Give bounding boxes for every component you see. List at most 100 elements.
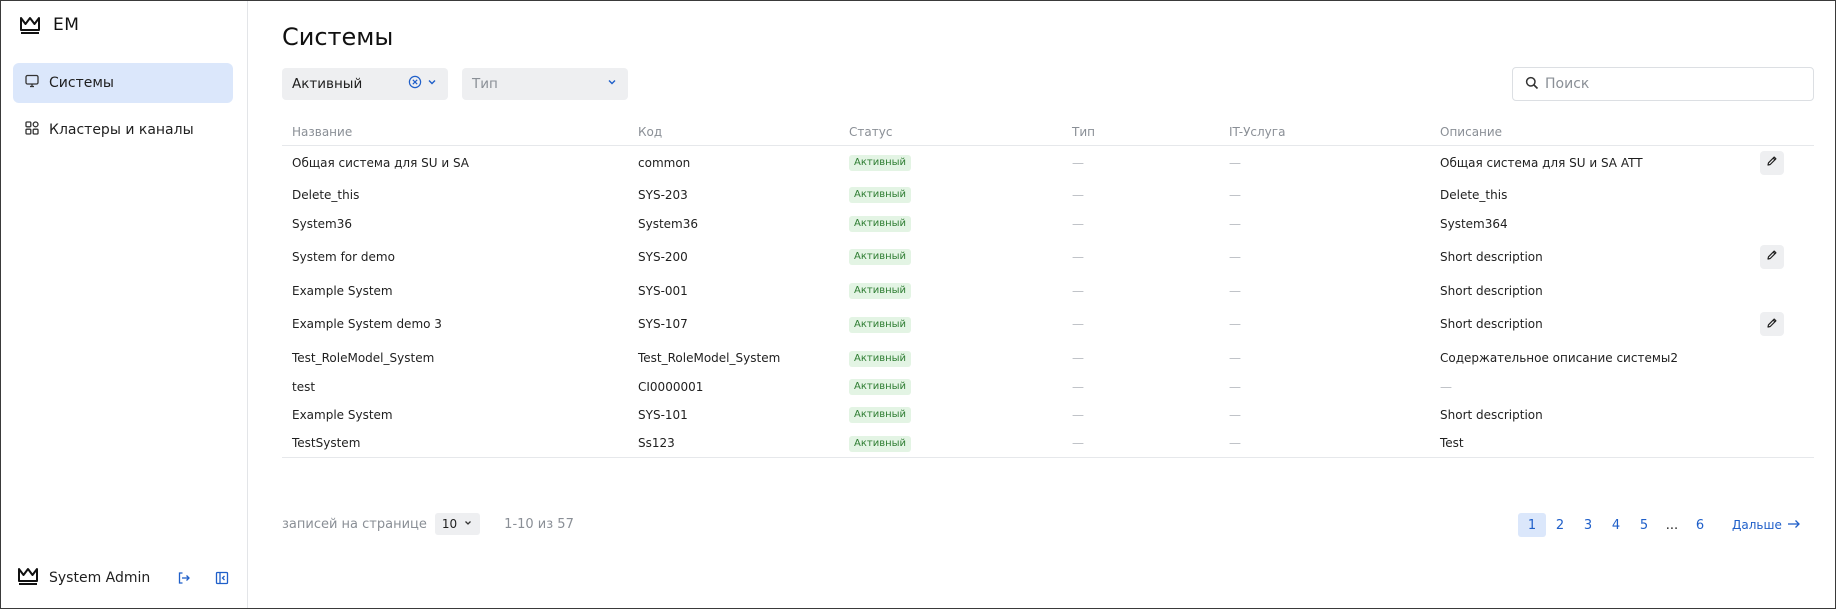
cell-name: System for demo — [282, 250, 628, 264]
cell-description: Short description — [1430, 408, 1730, 422]
type-filter[interactable]: Тип — [462, 68, 628, 100]
sidebar-item-clusters[interactable]: Кластеры и каналы — [13, 110, 233, 150]
status-filter[interactable]: Активный — [282, 68, 448, 100]
page-button-1[interactable]: 1 — [1518, 513, 1546, 537]
cell-it-service-text: — — [1229, 155, 1241, 170]
cell-type-text: — — [1072, 216, 1084, 231]
cell-code: SYS-001 — [628, 284, 839, 298]
page-button-2[interactable]: 2 — [1546, 513, 1574, 537]
cell-code-text: SYS-203 — [638, 187, 688, 202]
chevron-down-icon[interactable] — [606, 76, 618, 92]
cell-code-text: CI0000001 — [638, 379, 704, 394]
pencil-icon — [1766, 155, 1778, 170]
status-badge: Активный — [849, 249, 912, 265]
user-profile[interactable]: System Admin — [17, 565, 150, 591]
cell-description-text: System364 — [1440, 216, 1508, 231]
cell-it-service: — — [1219, 156, 1430, 170]
cell-name-text: Общая система для SU и SA — [292, 155, 469, 170]
app-logo-text: EM — [53, 15, 80, 35]
crown-logo-icon — [19, 15, 41, 35]
cell-name-text: Delete_this — [292, 187, 360, 202]
chevron-down-icon[interactable] — [426, 76, 438, 92]
table-row[interactable]: Example System SYS-001 Активный — — Short des… — [282, 276, 1814, 305]
cell-it-service: — — [1219, 408, 1430, 422]
table-row[interactable]: Delete_this SYS-203 Активный — — Delete_this — [282, 179, 1814, 210]
edit-button[interactable] — [1760, 312, 1784, 336]
user-name: System Admin — [49, 570, 151, 586]
table-header: Название Код Статус Тип IT-Услуга Описан… — [282, 119, 1814, 146]
cell-it-service-text: — — [1229, 283, 1241, 298]
cell-type: — — [1062, 156, 1219, 170]
cell-status: Активный — [839, 215, 1062, 232]
cell-code-text: SYS-107 — [638, 317, 688, 331]
cell-status: Активный — [839, 406, 1062, 423]
cell-it-service: — — [1219, 351, 1430, 365]
clear-circle-icon[interactable] — [408, 75, 422, 93]
collapse-sidebar-icon[interactable] — [211, 567, 233, 589]
page-button-5[interactable]: 5 — [1630, 513, 1658, 537]
cell-description: Содержательное описание системы2 — [1430, 351, 1730, 365]
cell-status: Активный — [839, 282, 1062, 299]
table-row[interactable]: test CI0000001 Активный — — — — [282, 373, 1814, 400]
status-badge: Активный — [849, 407, 912, 423]
sidebar-item-systems[interactable]: Системы — [13, 63, 233, 103]
search-input[interactable] — [1545, 76, 1795, 92]
table-row[interactable]: Общая система для SU и SA common Активный —… — [282, 146, 1814, 179]
cell-code: common — [628, 156, 839, 170]
column-header-status[interactable]: Статус — [839, 125, 1062, 139]
edit-button[interactable] — [1760, 150, 1784, 175]
column-header-code[interactable]: Код — [628, 125, 839, 139]
sidebar-item-label: Кластеры и каналы — [49, 122, 194, 138]
table-row[interactable]: System for demo SYS-200 Активный — — Short de… — [282, 237, 1814, 276]
table-row[interactable]: Example System SYS-101 Активный — — Short des… — [282, 400, 1814, 429]
cell-description: Delete_this — [1430, 188, 1730, 202]
cell-description-text: Short description — [1440, 407, 1543, 422]
sidebar-item-label: Системы — [49, 75, 114, 91]
table-row[interactable]: TestSystem Ss123 Активный — — Test — [282, 429, 1814, 457]
cell-it-service: — — [1219, 250, 1430, 264]
cell-it-service-text: — — [1229, 249, 1241, 264]
page-button-last[interactable]: 6 — [1686, 513, 1714, 537]
cell-status: Активный — [839, 248, 1062, 265]
cell-name-text: System36 — [292, 216, 353, 231]
status-badge: Активный — [849, 187, 912, 203]
cell-it-service: — — [1219, 217, 1430, 231]
cell-type: — — [1062, 351, 1219, 365]
edit-button[interactable] — [1760, 244, 1784, 269]
cell-code: SYS-200 — [628, 250, 839, 264]
cell-it-service: — — [1219, 317, 1430, 331]
cell-code-text: common — [638, 155, 691, 170]
type-filter-placeholder: Тип — [472, 76, 498, 92]
logout-icon[interactable] — [173, 567, 195, 589]
cell-description: Общая система для SU и SA ATT — [1430, 156, 1730, 170]
search-box[interactable] — [1512, 67, 1814, 101]
page-button-4[interactable]: 4 — [1602, 513, 1630, 537]
cell-it-service-text: — — [1229, 407, 1241, 422]
table-body: Общая система для SU и SA common Активный —… — [282, 146, 1814, 458]
per-page-select[interactable]: 10 — [434, 513, 481, 535]
column-header-it-service[interactable]: IT-Услуга — [1219, 125, 1430, 139]
cell-it-service-text: — — [1229, 216, 1241, 231]
cell-name-text: TestSystem — [292, 436, 361, 450]
table-row[interactable]: Example System demo 3 SYS-107 Активный — — Sh… — [282, 305, 1814, 343]
table-row[interactable]: System36 System36 Активный — — System364 — [282, 210, 1814, 237]
column-header-description[interactable]: Описание — [1430, 125, 1730, 139]
cell-it-service: — — [1219, 380, 1430, 394]
table-row[interactable]: Test_RoleModel_System Test_RoleModel_Syst… — [282, 343, 1814, 373]
cell-name: Example System — [282, 284, 628, 298]
pagination-ellipsis: ... — [1665, 517, 1679, 533]
cell-code-text: Ss123 — [638, 436, 675, 450]
sidebar: EM Системы Кластеры и каналы System Admi… — [1, 1, 248, 608]
cell-type: — — [1062, 436, 1219, 450]
cell-name: System36 — [282, 217, 628, 231]
cell-type-text: — — [1072, 249, 1084, 264]
cell-description: Test — [1430, 436, 1730, 450]
next-page-button[interactable]: Дальше — [1732, 518, 1801, 532]
cell-name: Example System — [282, 408, 628, 422]
column-header-name[interactable]: Название — [282, 125, 628, 139]
page-button-3[interactable]: 3 — [1574, 513, 1602, 537]
column-header-type[interactable]: Тип — [1062, 125, 1219, 139]
records-range: 1-10 из 57 — [504, 516, 574, 532]
app-logo[interactable]: EM — [19, 15, 79, 35]
cell-description: Short description — [1430, 250, 1730, 264]
